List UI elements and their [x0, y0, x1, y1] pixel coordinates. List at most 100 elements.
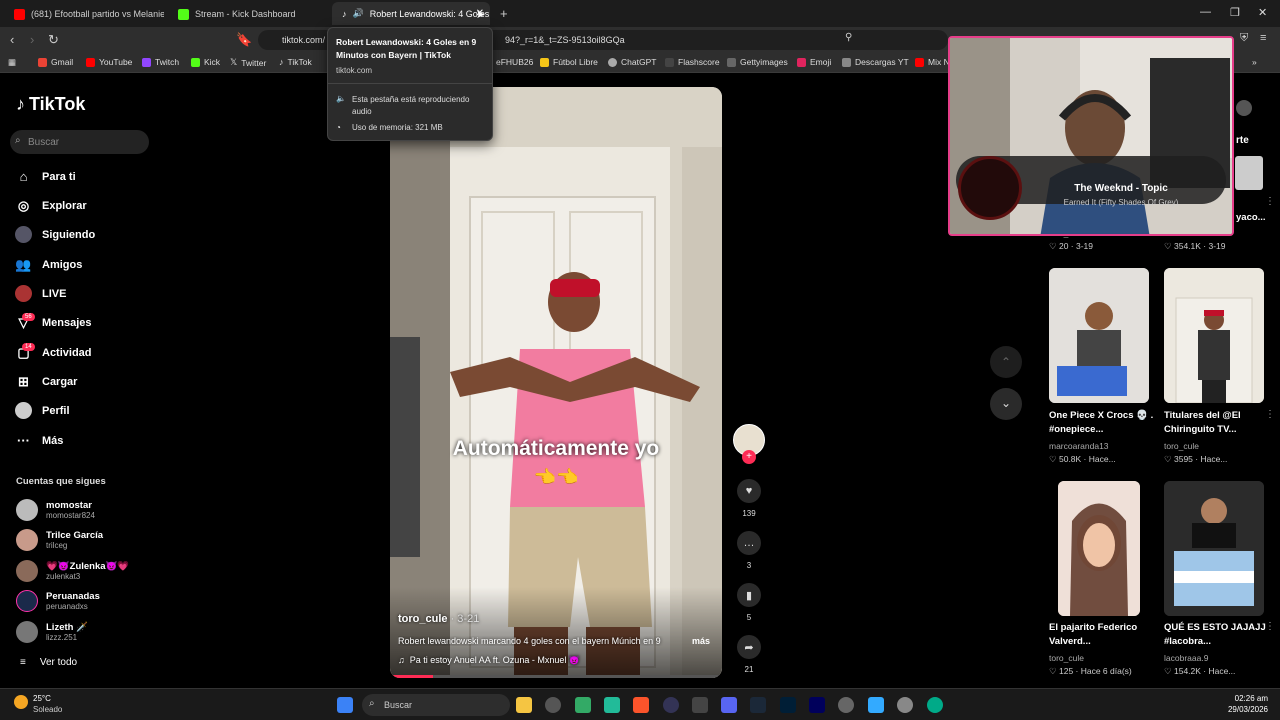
nav-live[interactable]: LIVE	[15, 285, 66, 302]
bookmark-twitch[interactable]: Twitch	[142, 57, 179, 67]
thumb-partial[interactable]	[1235, 156, 1263, 190]
tab-kick[interactable]: Stream - Kick Dashboard	[168, 4, 328, 24]
clock-date[interactable]: 29/03/2026	[1200, 705, 1268, 714]
next-video-button[interactable]: ⌄	[990, 388, 1022, 420]
bookmark-mix[interactable]: Mix N	[915, 57, 950, 67]
menu-icon[interactable]: ≡	[1260, 32, 1266, 44]
bookmark-futbol-libre[interactable]: Fútbol Libre	[540, 57, 598, 67]
comment-button[interactable]: … 3	[737, 531, 761, 570]
bookmark-gettyimages[interactable]: Gettyimages	[727, 57, 788, 67]
clock-time[interactable]: 02:26 am	[1200, 694, 1268, 703]
close-window-icon[interactable]: ✕	[1258, 6, 1267, 19]
nav-perfil[interactable]: Perfil	[15, 402, 70, 419]
save-button[interactable]: ▮ 5	[737, 583, 761, 622]
app-icon[interactable]	[604, 697, 620, 713]
edge-icon[interactable]	[927, 697, 943, 713]
nav-mas[interactable]: ··· Más	[15, 432, 63, 449]
translate-icon[interactable]: ⚲	[845, 32, 852, 43]
app-icon[interactable]	[545, 697, 561, 713]
back-icon[interactable]: ‹	[10, 32, 14, 47]
video-thumbnail[interactable]	[1049, 268, 1149, 403]
previous-video-button[interactable]: ⌃	[990, 346, 1022, 378]
bookmark-chatgpt[interactable]: ChatGPT	[608, 57, 656, 67]
video-author[interactable]: marcoaranda13	[1049, 441, 1109, 451]
video-thumbnail[interactable]	[1058, 481, 1140, 616]
tab-tiktok[interactable]: ♪ 🔊 Robert Lewandowski: 4 Goles ✕	[332, 2, 490, 25]
video-author[interactable]: toro_cule · 3-21	[398, 613, 479, 625]
progress-track[interactable]	[390, 675, 722, 678]
bookmark-efhub[interactable]: eFHUB26	[496, 57, 533, 67]
app-icon[interactable]	[663, 697, 679, 713]
app-icon[interactable]	[692, 697, 708, 713]
bookmark-twitter[interactable]: 𝕏 Twitter	[230, 57, 266, 68]
more-options-icon[interactable]: ⋮	[1265, 409, 1275, 420]
tab-youtube[interactable]: (681) Efootball partido vs Melanie pa	[4, 4, 164, 24]
video-author[interactable]: toro_cule	[1164, 441, 1199, 451]
forward-icon[interactable]: ›	[30, 32, 34, 47]
share-button[interactable]: ➦ 21	[737, 635, 761, 674]
settings-icon[interactable]	[838, 697, 854, 713]
following-item[interactable]: 💗😈Zulenka😈💗 zulenkat3	[16, 560, 129, 582]
following-item[interactable]: Lizeth 🗡️ lizzz.251	[16, 621, 88, 643]
nav-para-ti[interactable]: ⌂ Para ti	[15, 168, 76, 185]
nav-cargar[interactable]: ⊞ Cargar	[15, 373, 77, 390]
shield-icon[interactable]: ⛨	[1240, 32, 1248, 45]
media-player-icon[interactable]	[897, 697, 913, 713]
file-explorer-icon[interactable]	[516, 697, 532, 713]
video-title[interactable]: QUÉ ES ESTO JAJAJJ #lacobra...	[1164, 621, 1274, 649]
bookmark-gmail[interactable]: Gmail	[38, 57, 73, 67]
video-author[interactable]: toro_cule	[1049, 653, 1084, 663]
video-title[interactable]: El pajarito Federico Valverd...	[1049, 621, 1159, 649]
nav-siguiendo[interactable]: Siguiendo	[15, 226, 95, 243]
sun-icon	[14, 695, 28, 709]
music-info[interactable]: ♫ Pa ti estoy Anuel AA ft. Ozuna - Mxnuel…	[398, 655, 580, 666]
minimize-icon[interactable]: —	[1200, 6, 1211, 18]
video-thumbnail[interactable]	[1164, 268, 1264, 403]
following-item[interactable]: Peruanadas peruanadxs	[16, 590, 100, 612]
bookmark-flashscore[interactable]: Flashscore	[665, 57, 720, 67]
weather-temp[interactable]: 25°C	[33, 694, 51, 703]
reload-icon[interactable]: ↻	[48, 32, 59, 48]
restore-icon[interactable]: ❐	[1230, 6, 1240, 19]
bookmark-descargas[interactable]: Descargas YT	[842, 57, 909, 67]
discord-icon[interactable]	[721, 697, 737, 713]
tiktok-logo[interactable]: ♪ TikTok	[16, 94, 85, 115]
app-icon[interactable]	[575, 697, 591, 713]
speaker-icon: 🔈	[336, 94, 346, 103]
video-player[interactable]: Automáticamente yo 👈👈 toro_cule · 3-21 R…	[390, 87, 722, 678]
more-options-icon[interactable]: ⋮	[1265, 196, 1275, 207]
apps-icon[interactable]: ▦	[8, 57, 16, 68]
more-options-icon[interactable]: ⋮	[1265, 621, 1275, 632]
like-button[interactable]: ♥ 139	[737, 479, 761, 518]
more-bookmarks-icon[interactable]: »	[1252, 57, 1257, 67]
bookmark-youtube[interactable]: YouTube	[86, 57, 132, 67]
notepad-icon[interactable]	[868, 697, 884, 713]
video-thumbnail[interactable]	[1164, 481, 1264, 616]
premiere-icon[interactable]	[809, 697, 825, 713]
photoshop-icon[interactable]	[780, 697, 796, 713]
new-tab-button[interactable]: +	[500, 6, 508, 21]
bookmark-kick[interactable]: Kick	[191, 57, 220, 67]
windows-start-icon[interactable]	[337, 697, 353, 713]
nav-explorar[interactable]: ◎ Explorar	[15, 197, 87, 214]
brave-icon[interactable]	[633, 697, 649, 713]
follow-plus-icon[interactable]: +	[742, 450, 756, 464]
following-item[interactable]: Trilce García trilceg	[16, 529, 103, 551]
more-link[interactable]: más	[692, 636, 710, 646]
share-round-icon[interactable]	[1236, 100, 1252, 116]
video-title[interactable]: Titulares del @El Chiringuito TV...	[1164, 409, 1274, 437]
bookmark-icon[interactable]: 🔖	[236, 32, 252, 48]
following-item[interactable]: momostar momostar824	[16, 499, 95, 521]
video-stats: ♡ 154.2K · Hace...	[1164, 666, 1236, 676]
nav-amigos[interactable]: 👥 Amigos	[15, 256, 82, 273]
taskbar-search[interactable]: ⌕ Buscar	[362, 694, 510, 716]
see-all-link[interactable]: ≡ Ver todo	[20, 657, 77, 668]
steam-icon[interactable]	[750, 697, 766, 713]
caption-overlay: Automáticamente yo	[452, 437, 660, 460]
search-input[interactable]: ⌕ Buscar	[10, 130, 149, 154]
video-title[interactable]: One Piece X Crocs 💀 . #onepiece...	[1049, 409, 1159, 437]
bookmark-tiktok[interactable]: ♪ TikTok	[279, 57, 312, 67]
video-author[interactable]: lacobraaa.9	[1164, 653, 1208, 663]
bookmark-emoji[interactable]: Emoji	[797, 57, 831, 67]
avatar	[16, 499, 38, 521]
